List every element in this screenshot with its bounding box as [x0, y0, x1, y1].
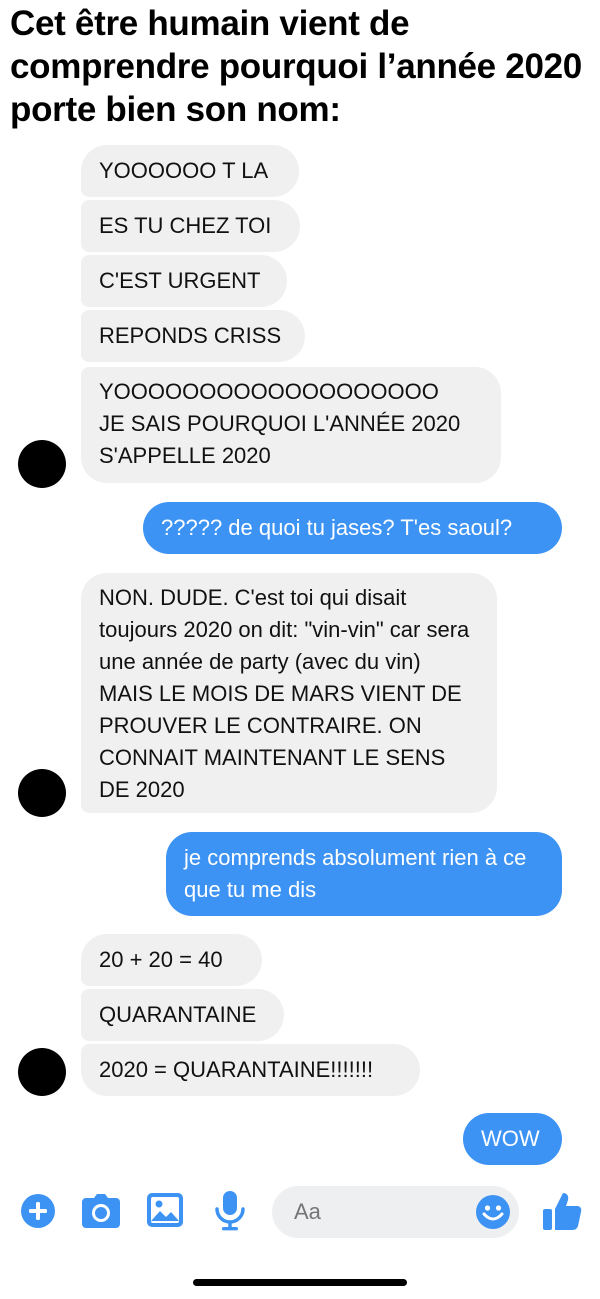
message-bubble-incoming[interactable]: QUARANTAINE: [81, 989, 284, 1041]
message-bubble-incoming[interactable]: YOOOOOOOOOOOOOOOOOOO JE SAIS POURQUOI L'…: [81, 367, 501, 483]
message-bubble-incoming[interactable]: YOOOOOO T LA: [81, 145, 299, 197]
avatar[interactable]: [18, 769, 66, 817]
microphone-icon[interactable]: [213, 1189, 247, 1231]
message-text-line: JE SAIS POURQUOI L'ANNÉE 2020: [99, 411, 461, 436]
message-input[interactable]: [294, 1199, 464, 1225]
message-text: 20 + 20 = 40: [99, 947, 223, 972]
message-bubble-incoming[interactable]: REPONDS CRISS: [81, 310, 305, 362]
message-text: C'EST URGENT: [99, 268, 261, 293]
message-text: ES TU CHEZ TOI: [99, 213, 272, 238]
message-text: REPONDS CRISS: [99, 323, 282, 348]
image-icon[interactable]: [146, 1192, 184, 1228]
message-bubble-incoming[interactable]: NON. DUDE. C'est toi qui disait toujours…: [81, 573, 497, 813]
message-text: YOOOOOO T LA: [99, 158, 269, 183]
message-text: je comprends absolument rien à ce que tu…: [184, 845, 527, 902]
camera-icon[interactable]: [81, 1193, 121, 1229]
caption-title: Cet être humain vient de comprendre pour…: [10, 4, 582, 129]
message-text: QUARANTAINE: [99, 1002, 257, 1027]
message-bubble-outgoing[interactable]: WOW: [463, 1113, 562, 1165]
message-bubble-incoming[interactable]: 2020 = QUARANTAINE!!!!!!!: [81, 1044, 420, 1096]
screenshot: Cet être humain vient de comprendre pour…: [0, 0, 600, 1299]
message-bubble-incoming[interactable]: 20 + 20 = 40: [81, 934, 262, 986]
message-bubble-incoming[interactable]: ES TU CHEZ TOI: [81, 200, 300, 252]
message-text: 2020 = QUARANTAINE!!!!!!!: [99, 1057, 374, 1082]
plus-icon[interactable]: [20, 1193, 56, 1229]
message-composer[interactable]: [272, 1186, 519, 1238]
avatar[interactable]: [18, 1048, 66, 1096]
message-bubble-outgoing[interactable]: je comprends absolument rien à ce que tu…: [166, 832, 562, 916]
message-text-line: S'APPELLE 2020: [99, 443, 271, 468]
message-text-line: YOOOOOOOOOOOOOOOOOOO: [99, 379, 439, 404]
thumbs-up-icon[interactable]: [541, 1190, 583, 1232]
message-bubble-outgoing[interactable]: ????? de quoi tu jases? T'es saoul?: [143, 502, 562, 554]
home-indicator: [193, 1279, 407, 1286]
message-bubble-incoming[interactable]: C'EST URGENT: [81, 255, 287, 307]
message-text: ????? de quoi tu jases? T'es saoul?: [161, 515, 513, 540]
message-text: WOW: [481, 1126, 540, 1151]
emoji-icon[interactable]: [475, 1194, 511, 1230]
message-text: NON. DUDE. C'est toi qui disait toujours…: [99, 585, 470, 802]
avatar[interactable]: [18, 440, 66, 488]
